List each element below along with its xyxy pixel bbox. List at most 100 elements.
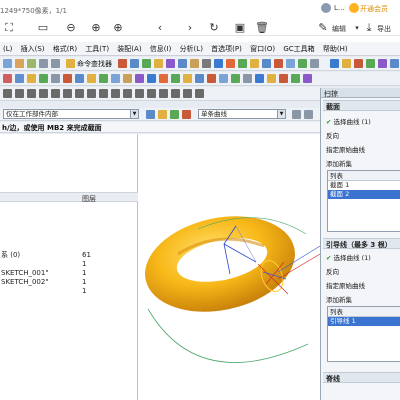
menu-item[interactable]: 窗口(O) bbox=[247, 42, 278, 55]
list-item[interactable]: 截面 1 bbox=[328, 181, 400, 190]
add-new-set-button[interactable]: 添加新集 bbox=[326, 158, 352, 168]
list-item-selected[interactable]: 引导线 1 bbox=[328, 317, 400, 326]
tool-icon[interactable] bbox=[378, 59, 387, 68]
snap-icon[interactable] bbox=[158, 110, 167, 119]
tool-icon[interactable] bbox=[286, 59, 295, 68]
menu-item[interactable]: 插入(S) bbox=[18, 42, 48, 55]
trim-tool-icon[interactable] bbox=[99, 89, 108, 98]
menu-item[interactable]: (L) bbox=[0, 42, 15, 55]
snap-icon[interactable] bbox=[146, 110, 155, 119]
list-item-selected[interactable]: 截面 2 bbox=[328, 190, 400, 199]
menu-item[interactable]: 工具(T) bbox=[82, 42, 112, 55]
tool-icon[interactable] bbox=[262, 59, 271, 68]
tool-icon[interactable] bbox=[342, 59, 351, 68]
menu-item[interactable]: 首选项(P) bbox=[208, 42, 245, 55]
column-layer-header[interactable]: 图层 bbox=[82, 194, 96, 204]
tool-icon[interactable] bbox=[183, 89, 192, 98]
offset-tool-icon[interactable] bbox=[111, 89, 120, 98]
tool-icon[interactable] bbox=[63, 74, 72, 83]
vip-button[interactable]: 开通会员 bbox=[360, 4, 388, 14]
tool-icon[interactable] bbox=[3, 74, 12, 83]
original-size-icon[interactable]: ▭ bbox=[36, 22, 50, 34]
snap-icon[interactable] bbox=[304, 110, 313, 119]
tool-icon[interactable] bbox=[118, 59, 127, 68]
spine-group-header[interactable]: 脊线 bbox=[323, 372, 400, 383]
tool-icon[interactable] bbox=[354, 59, 363, 68]
tool-icon[interactable] bbox=[195, 89, 204, 98]
zoom-out-icon[interactable]: ⊖ bbox=[64, 22, 78, 34]
tool-icon[interactable] bbox=[250, 59, 259, 68]
reverse-button[interactable]: 反向 bbox=[326, 130, 339, 140]
tool-icon[interactable] bbox=[274, 59, 283, 68]
export-button[interactable]: 导出 bbox=[377, 24, 391, 34]
tool-icon[interactable] bbox=[27, 59, 36, 68]
rectangle-tool-icon[interactable] bbox=[39, 89, 48, 98]
guide-group-header[interactable]: 引导线（最多 3 根） bbox=[323, 238, 400, 249]
tool-icon[interactable] bbox=[171, 74, 180, 83]
select-guide-field[interactable]: ✔ 选择曲线 (1) bbox=[326, 252, 371, 262]
circle-tool-icon[interactable] bbox=[27, 89, 36, 98]
tool-icon[interactable] bbox=[195, 74, 204, 83]
tool-icon[interactable] bbox=[255, 74, 264, 83]
zoom-in-icon[interactable]: ⊕ bbox=[89, 22, 103, 34]
tool-icon[interactable] bbox=[135, 74, 144, 83]
tool-icon[interactable] bbox=[3, 59, 12, 68]
add-new-guide-button[interactable]: 添加新集 bbox=[326, 294, 352, 304]
tool-icon[interactable] bbox=[279, 74, 288, 83]
tool-icon[interactable] bbox=[159, 74, 168, 83]
tool-icon[interactable] bbox=[111, 74, 120, 83]
undo-icon[interactable] bbox=[39, 59, 48, 68]
command-finder-button[interactable]: 命令查找器 bbox=[77, 59, 112, 69]
tool-icon[interactable] bbox=[147, 89, 156, 98]
specify-origin-guide-button[interactable]: 指定原始曲线 bbox=[326, 280, 365, 290]
tool-icon[interactable] bbox=[214, 59, 223, 68]
tool-icon[interactable] bbox=[178, 59, 187, 68]
snap-icon[interactable] bbox=[292, 110, 301, 119]
tool-icon[interactable] bbox=[27, 74, 36, 83]
slideshow-icon[interactable]: ▣ bbox=[233, 22, 247, 34]
tool-icon[interactable] bbox=[130, 59, 139, 68]
ellipse-tool-icon[interactable] bbox=[63, 89, 72, 98]
table-row[interactable]: 1 bbox=[0, 287, 138, 296]
tool-icon[interactable] bbox=[330, 59, 339, 68]
menu-item[interactable]: 信息(I) bbox=[147, 42, 175, 55]
tool-icon[interactable] bbox=[159, 89, 168, 98]
tool-icon[interactable] bbox=[183, 74, 192, 83]
mirror-tool-icon[interactable] bbox=[123, 89, 132, 98]
previous-icon[interactable]: ‹ bbox=[153, 22, 167, 34]
redo-icon[interactable] bbox=[51, 59, 60, 68]
tool-icon[interactable] bbox=[390, 59, 399, 68]
tool-icon[interactable] bbox=[15, 74, 24, 83]
tool-icon[interactable] bbox=[202, 59, 211, 68]
arc-tool-icon[interactable] bbox=[15, 89, 24, 98]
tool-icon[interactable] bbox=[15, 59, 24, 68]
point-tool-icon[interactable] bbox=[87, 89, 96, 98]
tool-icon[interactable] bbox=[267, 74, 276, 83]
graphics-viewport[interactable] bbox=[138, 134, 320, 400]
tool-icon[interactable] bbox=[171, 89, 180, 98]
menu-item[interactable]: 帮助(H) bbox=[320, 42, 351, 55]
spline-tool-icon[interactable] bbox=[75, 89, 84, 98]
tool-icon[interactable] bbox=[75, 74, 84, 83]
menu-item[interactable]: GC工具箱 bbox=[280, 42, 317, 55]
next-icon[interactable]: › bbox=[183, 22, 197, 34]
tool-icon[interactable] bbox=[190, 59, 199, 68]
rotate-icon[interactable]: ↻ bbox=[207, 22, 221, 34]
avatar[interactable] bbox=[321, 3, 331, 13]
edit-button[interactable]: 编辑 bbox=[332, 24, 346, 34]
menu-item[interactable]: 格式(R) bbox=[50, 42, 80, 55]
fit-screen-icon[interactable]: ⛶ bbox=[2, 22, 16, 34]
tool-icon[interactable] bbox=[99, 74, 108, 83]
section-group-header[interactable]: 截面 bbox=[323, 100, 400, 111]
tool-icon[interactable] bbox=[207, 74, 216, 83]
tool-icon[interactable] bbox=[39, 74, 48, 83]
snap-icon[interactable] bbox=[170, 110, 179, 119]
tool-icon[interactable] bbox=[166, 59, 175, 68]
tool-icon[interactable] bbox=[142, 59, 151, 68]
tool-icon[interactable] bbox=[366, 59, 375, 68]
fillet-tool-icon[interactable] bbox=[135, 89, 144, 98]
menu-item[interactable]: 装配(A) bbox=[114, 42, 144, 55]
scope-filter-select[interactable]: 仅在工作部件内部 ▼ bbox=[3, 109, 139, 119]
tool-icon[interactable] bbox=[303, 74, 312, 83]
table-row[interactable]: SKETCH_002" 1 bbox=[0, 278, 138, 287]
